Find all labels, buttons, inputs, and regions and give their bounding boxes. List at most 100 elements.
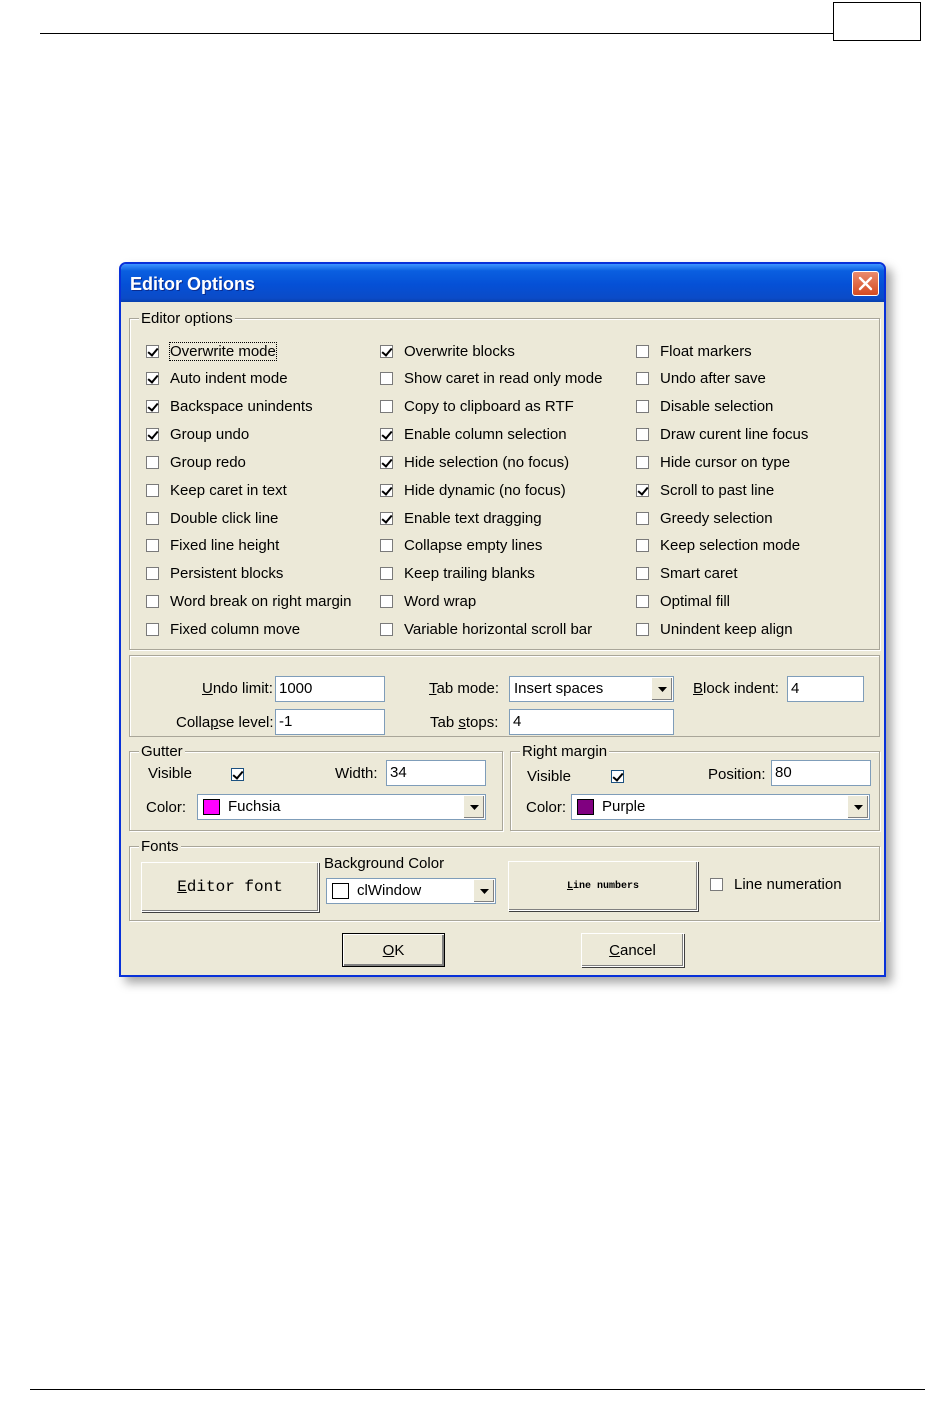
- editor-option-checkbox[interactable]: [380, 623, 393, 636]
- editor-option-item[interactable]: Overwrite mode: [146, 341, 277, 361]
- tab-mode-dropdown-button[interactable]: [651, 678, 672, 700]
- editor-option-item[interactable]: Copy to clipboard as RTF: [380, 398, 574, 416]
- editor-option-item[interactable]: Fixed line height: [146, 537, 279, 555]
- editor-option-item[interactable]: Optimal fill: [636, 593, 730, 611]
- editor-option-checkbox[interactable]: [636, 428, 649, 442]
- editor-option-item[interactable]: Hide selection (no focus): [380, 453, 569, 471]
- editor-option-item[interactable]: Group redo: [146, 453, 246, 471]
- close-button[interactable]: [852, 271, 879, 296]
- editor-option-checkbox[interactable]: [146, 455, 159, 469]
- editor-option-checkbox[interactable]: [380, 511, 393, 525]
- editor-option-item[interactable]: Undo after save: [636, 370, 766, 388]
- editor-option-item[interactable]: Scroll to past line: [636, 481, 774, 499]
- editor-option-checkbox[interactable]: [636, 595, 649, 609]
- editor-option-checkbox[interactable]: [636, 511, 649, 525]
- editor-option-item[interactable]: Double click line: [146, 509, 278, 527]
- editor-option-item[interactable]: Word break on right margin: [146, 593, 351, 611]
- right-margin-color-select[interactable]: Purple: [571, 794, 870, 820]
- undo-limit-input[interactable]: 1000: [275, 676, 385, 702]
- editor-option-checkbox[interactable]: [146, 623, 159, 636]
- editor-option-item[interactable]: Overwrite blocks: [380, 342, 515, 360]
- right-margin-color-dropdown-button[interactable]: [847, 796, 868, 818]
- editor-option-checkbox[interactable]: [146, 400, 159, 414]
- editor-option-checkbox[interactable]: [380, 400, 393, 414]
- background-color-dropdown-button[interactable]: [473, 880, 494, 902]
- editor-option-item[interactable]: Disable selection: [636, 398, 773, 416]
- editor-option-item[interactable]: Enable column selection: [380, 426, 567, 444]
- editor-option-item[interactable]: Auto indent mode: [146, 370, 288, 388]
- editor-option-checkbox[interactable]: [636, 455, 649, 469]
- editor-option-label: Enable text dragging: [404, 509, 542, 527]
- gutter-visible-checkbox[interactable]: [231, 768, 244, 781]
- ok-button[interactable]: OK: [342, 933, 445, 967]
- background-color-select[interactable]: clWindow: [326, 878, 496, 904]
- line-numbers-button[interactable]: Line numbers: [508, 861, 698, 911]
- editor-option-checkbox[interactable]: [146, 483, 159, 497]
- editor-option-item[interactable]: Word wrap: [380, 593, 476, 611]
- editor-option-checkbox[interactable]: [636, 372, 649, 386]
- editor-option-checkbox[interactable]: [636, 539, 649, 553]
- editor-option-item[interactable]: Group undo: [146, 426, 249, 444]
- tab-stops-input[interactable]: 4: [509, 709, 674, 735]
- editor-option-checkbox[interactable]: [146, 595, 159, 609]
- editor-option-item[interactable]: Backspace unindents: [146, 398, 313, 416]
- editor-option-item[interactable]: Keep selection mode: [636, 537, 800, 555]
- editor-option-checkbox[interactable]: [146, 539, 159, 553]
- editor-option-checkbox[interactable]: [380, 567, 393, 581]
- tab-mode-select[interactable]: Insert spaces: [509, 676, 674, 702]
- editor-option-checkbox[interactable]: [380, 455, 393, 469]
- editor-option-item[interactable]: Keep caret in text: [146, 481, 287, 499]
- cancel-button[interactable]: Cancel: [581, 933, 684, 967]
- editor-option-label: Group undo: [170, 426, 250, 444]
- line-numeration-checkbox[interactable]: [710, 877, 723, 891]
- right-margin-position-input[interactable]: 80: [771, 760, 871, 786]
- editor-option-checkbox[interactable]: [380, 595, 393, 609]
- close-icon: [858, 276, 873, 291]
- editor-option-item[interactable]: Collapse empty lines: [380, 537, 542, 555]
- right-margin-position-label: Position:: [708, 766, 766, 783]
- gutter-group: Gutter Visible Width: 34 Color: Fuchsia: [129, 743, 503, 831]
- editor-option-checkbox[interactable]: [380, 483, 393, 497]
- collapse-level-input[interactable]: -1: [275, 709, 385, 735]
- editor-option-checkbox[interactable]: [146, 372, 159, 386]
- editor-option-item[interactable]: Keep trailing blanks: [380, 565, 535, 583]
- editor-option-item[interactable]: Hide cursor on type: [636, 453, 790, 471]
- editor-option-checkbox[interactable]: [146, 511, 159, 525]
- title-bar[interactable]: Editor Options: [121, 264, 884, 302]
- editor-option-checkbox[interactable]: [380, 428, 393, 442]
- editor-option-checkbox[interactable]: [380, 372, 393, 386]
- editor-font-button[interactable]: Editor font: [141, 862, 319, 912]
- editor-option-checkbox[interactable]: [146, 567, 159, 581]
- editor-option-checkbox[interactable]: [636, 400, 649, 414]
- editor-option-item[interactable]: Variable horizontal scroll bar: [380, 621, 592, 639]
- chevron-down-icon: [853, 804, 863, 810]
- line-numeration-label: Line numeration: [734, 875, 842, 893]
- editor-option-item[interactable]: Float markers: [636, 342, 752, 360]
- editor-option-item[interactable]: Draw curent line focus: [636, 426, 808, 444]
- editor-option-checkbox[interactable]: [636, 623, 649, 636]
- editor-option-item[interactable]: Show caret in read only mode: [380, 370, 602, 388]
- editor-option-checkbox[interactable]: [636, 483, 649, 497]
- right-margin-visible-checkbox[interactable]: [611, 770, 624, 783]
- line-numeration-option[interactable]: Line numeration: [710, 875, 842, 893]
- editor-option-checkbox[interactable]: [380, 344, 393, 358]
- editor-options-dialog: Editor Options Editor options Overwrite …: [119, 262, 886, 977]
- editor-option-checkbox[interactable]: [146, 428, 159, 442]
- editor-option-item[interactable]: Hide dynamic (no focus): [380, 481, 566, 499]
- editor-option-item[interactable]: Greedy selection: [636, 509, 773, 527]
- editor-option-checkbox[interactable]: [380, 539, 393, 553]
- page-footer-rule: [30, 1389, 925, 1390]
- editor-option-label: Persistent blocks: [170, 565, 284, 583]
- gutter-color-dropdown-button[interactable]: [463, 796, 484, 818]
- editor-option-checkbox[interactable]: [146, 344, 159, 358]
- editor-option-checkbox[interactable]: [636, 567, 649, 581]
- editor-option-item[interactable]: Persistent blocks: [146, 565, 283, 583]
- gutter-color-select[interactable]: Fuchsia: [197, 794, 486, 820]
- gutter-width-input[interactable]: 34: [386, 760, 486, 786]
- block-indent-input[interactable]: 4: [787, 676, 864, 702]
- editor-option-item[interactable]: Smart caret: [636, 565, 738, 583]
- editor-option-item[interactable]: Unindent keep align: [636, 621, 793, 639]
- editor-option-checkbox[interactable]: [636, 344, 649, 358]
- editor-option-item[interactable]: Fixed column move: [146, 621, 300, 639]
- editor-option-item[interactable]: Enable text dragging: [380, 509, 542, 527]
